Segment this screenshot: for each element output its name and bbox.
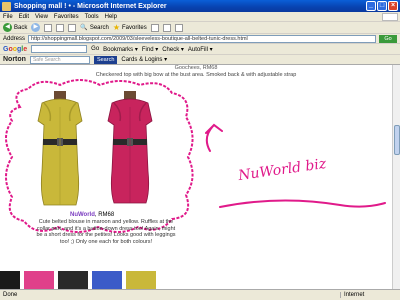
- search-button[interactable]: 🔍 Search: [80, 24, 109, 32]
- address-bar: Address http://shoppingmall.blogspot.com…: [0, 34, 400, 44]
- menu-favorites[interactable]: Favorites: [54, 14, 79, 20]
- pink-dress-image[interactable]: [100, 91, 160, 209]
- norton-search-button[interactable]: Search: [93, 55, 118, 64]
- title-bar: Shopping mall ! • - Microsoft Internet E…: [0, 0, 400, 12]
- ie-icon: [2, 1, 11, 11]
- menu-tools[interactable]: Tools: [85, 14, 99, 20]
- refresh-button[interactable]: [56, 23, 65, 32]
- windows-logo-icon: [382, 13, 398, 21]
- history-button[interactable]: [150, 23, 159, 32]
- home-button[interactable]: [68, 23, 77, 32]
- print-button[interactable]: [174, 23, 183, 32]
- google-autofill-button[interactable]: AutoFill ▾: [188, 46, 213, 53]
- google-bookmarks-button[interactable]: Bookmarks ▾: [103, 46, 138, 53]
- refresh-icon: [56, 23, 65, 32]
- store-brand-link[interactable]: NuWorld: [70, 212, 95, 218]
- norton-search-input[interactable]: Safe Search: [29, 55, 90, 64]
- google-check-button[interactable]: Check ▾: [162, 46, 184, 53]
- window-title: Shopping mall ! • - Microsoft Internet E…: [14, 2, 167, 10]
- norton-cards-button[interactable]: Cards & Logins ▾: [121, 56, 167, 63]
- back-button[interactable]: ◀ Back: [3, 23, 27, 32]
- home-icon: [68, 23, 77, 32]
- google-toolbar: Google Go Bookmarks ▾ Find ▾ Check ▾ Aut…: [0, 44, 400, 55]
- menu-edit[interactable]: Edit: [19, 14, 29, 20]
- more-products-strip: [0, 271, 156, 289]
- search-label: Search: [89, 24, 109, 31]
- search-icon: 🔍: [80, 25, 88, 31]
- google-logo: Google: [3, 45, 28, 53]
- arrow-annotation-icon: [205, 123, 223, 152]
- page-content: Goochees, RM68 Checkered top with big bo…: [0, 65, 392, 289]
- product-description: Cute belted blouse in maroon and yellow.…: [36, 219, 176, 245]
- favorites-star-icon: ★: [112, 22, 121, 32]
- security-zone: Internet: [340, 292, 400, 298]
- print-icon: [174, 23, 183, 32]
- google-go-button[interactable]: Go: [91, 46, 99, 52]
- menu-bar: File Edit View Favorites Tools Help: [0, 12, 400, 22]
- mail-icon: [162, 23, 171, 32]
- favorites-label: Favorites: [122, 24, 147, 31]
- history-icon: [150, 23, 159, 32]
- go-button[interactable]: Go: [379, 34, 397, 43]
- scrollbar-thumb[interactable]: [394, 125, 400, 155]
- address-label: Address: [3, 35, 26, 42]
- mail-button[interactable]: [162, 23, 171, 32]
- underline-annotation: [219, 199, 386, 208]
- google-find-button[interactable]: Find ▾: [142, 46, 158, 53]
- yellow-dress-image[interactable]: [30, 91, 90, 209]
- vertical-scrollbar[interactable]: [392, 65, 400, 289]
- minimize-button[interactable]: _: [366, 1, 376, 11]
- address-input[interactable]: http://shoppingmall.blogspot.com/2009/03…: [28, 34, 376, 43]
- status-text: Done: [3, 292, 18, 298]
- norton-logo: Norton: [3, 56, 26, 63]
- google-search-input[interactable]: [31, 45, 88, 53]
- product-store-name: NuWorld, RM68: [70, 212, 114, 218]
- standard-toolbar: ◀ Back ▶ 🔍 Search ★ Favorites: [0, 22, 400, 34]
- back-label: Back: [14, 24, 28, 31]
- close-button[interactable]: ×: [388, 1, 398, 11]
- status-bar: Done Internet: [0, 289, 400, 300]
- menu-view[interactable]: View: [35, 14, 48, 20]
- handwritten-annotations: [205, 123, 386, 208]
- product-price: , RM68: [94, 212, 115, 218]
- stop-icon: [44, 23, 53, 32]
- back-arrow-icon: ◀: [3, 23, 12, 32]
- maximize-button[interactable]: □: [377, 1, 387, 11]
- menu-file[interactable]: File: [3, 14, 13, 20]
- forward-arrow-icon: ▶: [31, 23, 41, 32]
- norton-toolbar: Norton Safe Search Search Cards & Logins…: [0, 55, 400, 65]
- favorites-button[interactable]: ★ Favorites: [112, 22, 147, 32]
- menu-help[interactable]: Help: [105, 14, 117, 20]
- stop-button[interactable]: [44, 23, 53, 32]
- forward-button[interactable]: ▶: [31, 23, 41, 32]
